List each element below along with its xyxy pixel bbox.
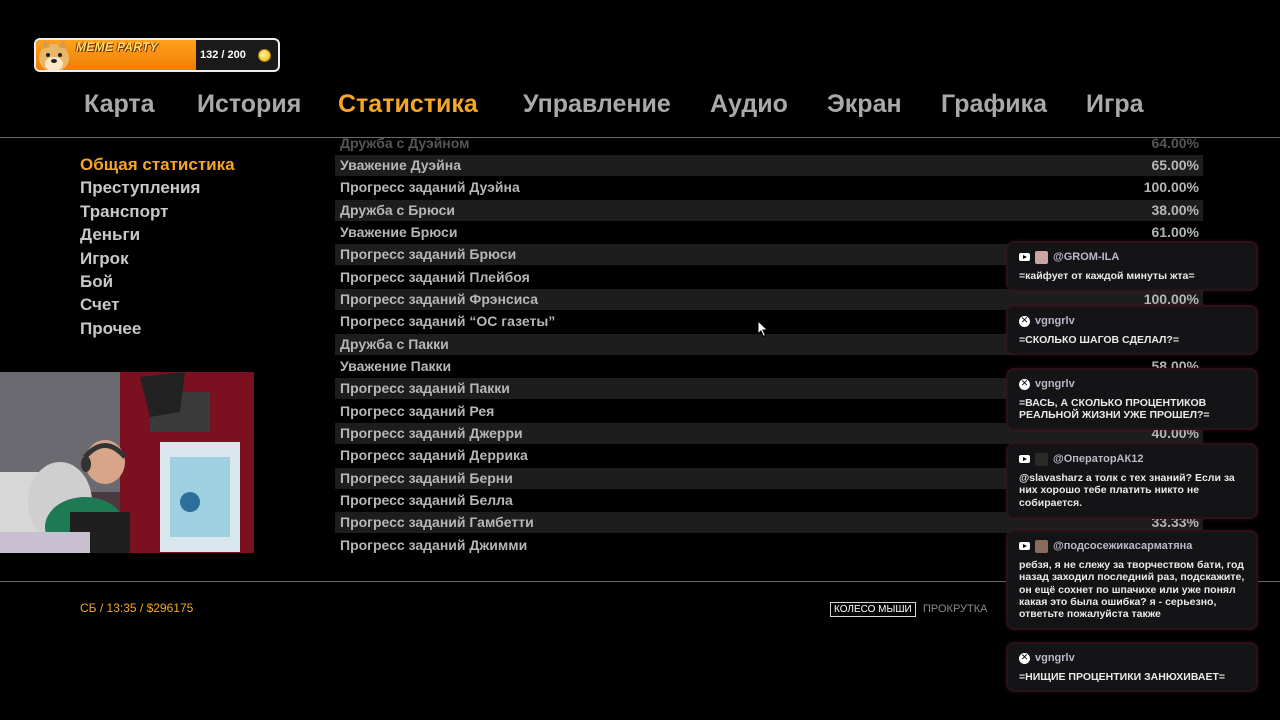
stat-row: Дружба с Брюси 38.00%: [335, 200, 1203, 221]
stat-label: Прогресс заданий Плейбоя: [340, 269, 530, 285]
tab-game[interactable]: Игра: [1086, 90, 1144, 119]
stat-row: Уважение Брюси 61.00%: [335, 222, 1203, 243]
stat-label: Прогресс заданий Пакки: [340, 380, 510, 396]
chat-text: =ВАСЬ, А СКОЛЬКО ПРОЦЕНТИКОВ РЕАЛЬНОЙ ЖИ…: [1019, 397, 1210, 422]
coin-icon: [258, 49, 271, 62]
chat-username: @ОператорАК12: [1053, 453, 1144, 465]
stat-label: Прогресс заданий Белла: [340, 492, 513, 508]
stat-value: 64.00%: [1151, 135, 1199, 151]
youtube-icon: [1019, 542, 1030, 550]
chat-message: ✕ vgngrlv =СКОЛЬКО ШАГОВ СДЕЛАЛ?=: [1008, 307, 1256, 353]
avatar: [1035, 452, 1048, 466]
stat-label: Дружба с Пакки: [340, 336, 449, 352]
stat-label: Дружба с Дуэйном: [340, 135, 470, 151]
youtube-icon: [1019, 455, 1030, 463]
stat-label: Уважение Брюси: [340, 224, 458, 240]
chat-text: =НИЩИЕ ПРОЦЕНТИКИ ЗАНЮХИВАЕТ=: [1019, 671, 1226, 683]
stat-label: Прогресс заданий Дуэйна: [340, 179, 520, 195]
stat-label: Прогресс заданий Рея: [340, 403, 495, 419]
main-tabs: Карта История Статистика Управление Ауди…: [0, 90, 1280, 126]
chat-text: @slavasharz а толк с тех знаний? Если за…: [1019, 472, 1235, 509]
side-item-combat[interactable]: Бой: [80, 272, 235, 295]
meme-title: MEME PARTY: [76, 40, 158, 54]
chat-message: @ОператорАК12 @slavasharz а толк с тех з…: [1008, 445, 1256, 517]
side-item-player[interactable]: Игрок: [80, 249, 235, 272]
side-item-vehicles[interactable]: Транспорт: [80, 202, 235, 225]
chat-username: vgngrlv: [1035, 652, 1075, 664]
tab-history[interactable]: История: [197, 90, 301, 119]
stat-label: Прогресс заданий Берни: [340, 470, 513, 486]
tab-map[interactable]: Карта: [84, 90, 155, 119]
stat-value: 100.00%: [1143, 291, 1199, 307]
youtube-icon: [1019, 253, 1030, 261]
side-item-general[interactable]: Общая статистика: [80, 155, 235, 178]
avatar: [1035, 539, 1048, 553]
stat-label: Прогресс заданий Брюси: [340, 246, 517, 262]
avatar: [1035, 250, 1048, 264]
mouse-cursor-icon: [757, 320, 769, 338]
chat-message: ✕ vgngrlv =ВАСЬ, А СКОЛЬКО ПРОЦЕНТИКОВ Р…: [1008, 370, 1256, 428]
scroll-hint-label: ПРОКРУТКА: [923, 603, 988, 615]
side-item-score[interactable]: Счет: [80, 295, 235, 318]
meme-party-widget: MEME PARTY 132 / 200: [34, 38, 280, 72]
chat-text: ребзя, я не слежу за творчеством бати, г…: [1019, 559, 1245, 621]
game-status-info: СБ / 13:35 / $296175: [80, 601, 194, 615]
chat-text: =СКОЛЬКО ШАГОВ СДЕЛАЛ?=: [1019, 334, 1179, 346]
doge-icon: [39, 40, 69, 70]
chat-username: @подсосежикасарматяна: [1053, 540, 1193, 552]
stat-label: Уважение Пакки: [340, 358, 452, 374]
chat-username: vgngrlv: [1035, 315, 1075, 327]
stat-row: Дружба с Дуэйном 64.00%: [335, 133, 1203, 154]
chat-text: =кайфует от каждой минуты жта=: [1019, 270, 1195, 282]
stat-label: Прогресс заданий Джерри: [340, 425, 523, 441]
stat-label: Прогресс заданий Деррика: [340, 447, 528, 463]
stat-value: 38.00%: [1151, 202, 1199, 218]
x-icon: ✕: [1019, 378, 1030, 390]
side-item-misc[interactable]: Прочее: [80, 319, 235, 342]
tab-controls[interactable]: Управление: [523, 90, 671, 119]
chat-username: vgngrlv: [1035, 378, 1075, 390]
stat-label: Прогресс заданий Гамбетти: [340, 514, 534, 530]
tab-statistics[interactable]: Статистика: [338, 90, 478, 119]
chat-username: @GROM-ILA: [1053, 251, 1120, 263]
stat-label: Прогресс заданий Джимми: [340, 537, 528, 553]
mouse-wheel-key-hint: КОЛЕСО МЫШИ: [830, 602, 916, 617]
chat-message: ✕ vgngrlv =НИЩИЕ ПРОЦЕНТИКИ ЗАНЮХИВАЕТ=: [1008, 644, 1256, 690]
tab-graphics[interactable]: Графика: [941, 90, 1047, 119]
tab-audio[interactable]: Аудио: [710, 90, 788, 119]
stat-value: 61.00%: [1151, 224, 1199, 240]
side-item-crimes[interactable]: Преступления: [80, 178, 235, 201]
chat-message: @GROM-ILA =кайфует от каждой минуты жта=: [1008, 243, 1256, 289]
stat-label: Прогресс заданий “ОС газеты”: [340, 313, 556, 329]
meme-count: 132 / 200: [200, 49, 246, 61]
webcam-feed: [0, 372, 254, 553]
stat-row: Уважение Дуэйна 65.00%: [335, 155, 1203, 176]
stat-value: 65.00%: [1151, 157, 1199, 173]
stat-row: Прогресс заданий Дуэйна 100.00%: [335, 177, 1203, 198]
stat-label: Дружба с Брюси: [340, 202, 456, 218]
stat-value: 100.00%: [1143, 179, 1199, 195]
x-icon: ✕: [1019, 652, 1030, 664]
stat-label: Уважение Дуэйна: [340, 157, 461, 173]
stats-category-menu: Общая статистика Преступления Транспорт …: [80, 155, 235, 342]
x-icon: ✕: [1019, 315, 1030, 327]
chat-message: @подсосежикасарматяна ребзя, я не слежу …: [1008, 532, 1256, 628]
tab-display[interactable]: Экран: [827, 90, 902, 119]
stat-label: Прогресс заданий Фрэнсиса: [340, 291, 539, 307]
side-item-money[interactable]: Деньги: [80, 225, 235, 248]
